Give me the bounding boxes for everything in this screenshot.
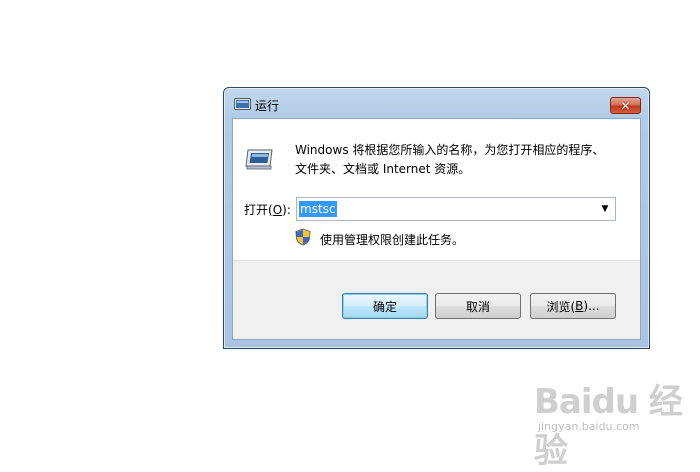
run-dialog: 运行 ✕ Windows 将根据您所输入的名称，为您打开相应的程序、 文件夹、文… xyxy=(223,87,650,349)
description-line-2: 文件夹、文档或 Internet 资源。 xyxy=(295,162,471,176)
dialog-description: Windows 将根据您所输入的名称，为您打开相应的程序、 文件夹、文档或 In… xyxy=(295,141,615,179)
browse-button[interactable]: 浏览(B)... xyxy=(530,293,616,319)
open-label-suffix: ): xyxy=(282,203,291,217)
browse-label-hotkey: B xyxy=(575,299,584,313)
open-label: 打开(O): xyxy=(244,201,291,218)
open-combobox[interactable]: mstsc ▼ xyxy=(296,197,616,221)
admin-note: 使用管理权限创建此任务。 xyxy=(320,233,465,247)
ok-button-label: 确定 xyxy=(372,299,397,314)
run-icon xyxy=(234,98,251,110)
cancel-button-label: 取消 xyxy=(465,299,490,314)
browse-label-suffix: )... xyxy=(583,299,600,313)
open-input[interactable]: mstsc xyxy=(299,201,337,217)
title-bar[interactable]: 运行 ✕ xyxy=(224,88,649,118)
dialog-body: Windows 将根据您所输入的名称，为您打开相应的程序、 文件夹、文档或 In… xyxy=(232,118,641,340)
open-label-prefix: 打开( xyxy=(244,203,273,217)
uac-shield-icon xyxy=(295,228,311,246)
browse-label-prefix: 浏览( xyxy=(546,299,576,314)
close-button[interactable]: ✕ xyxy=(610,97,641,114)
close-icon: ✕ xyxy=(620,98,631,113)
open-label-hotkey: O xyxy=(272,203,283,217)
window-title: 运行 xyxy=(255,99,280,113)
chevron-down-icon[interactable]: ▼ xyxy=(597,201,613,217)
ok-button[interactable]: 确定 xyxy=(342,293,428,319)
watermark-url: jingyan.baidu.com xyxy=(538,420,640,433)
run-icon xyxy=(245,149,273,170)
baidu-watermark: Baidu 经验 jingyan.baidu.com xyxy=(534,374,694,471)
cancel-button[interactable]: 取消 xyxy=(435,293,521,319)
description-line-1: Windows 将根据您所输入的名称，为您打开相应的程序、 xyxy=(295,143,605,157)
